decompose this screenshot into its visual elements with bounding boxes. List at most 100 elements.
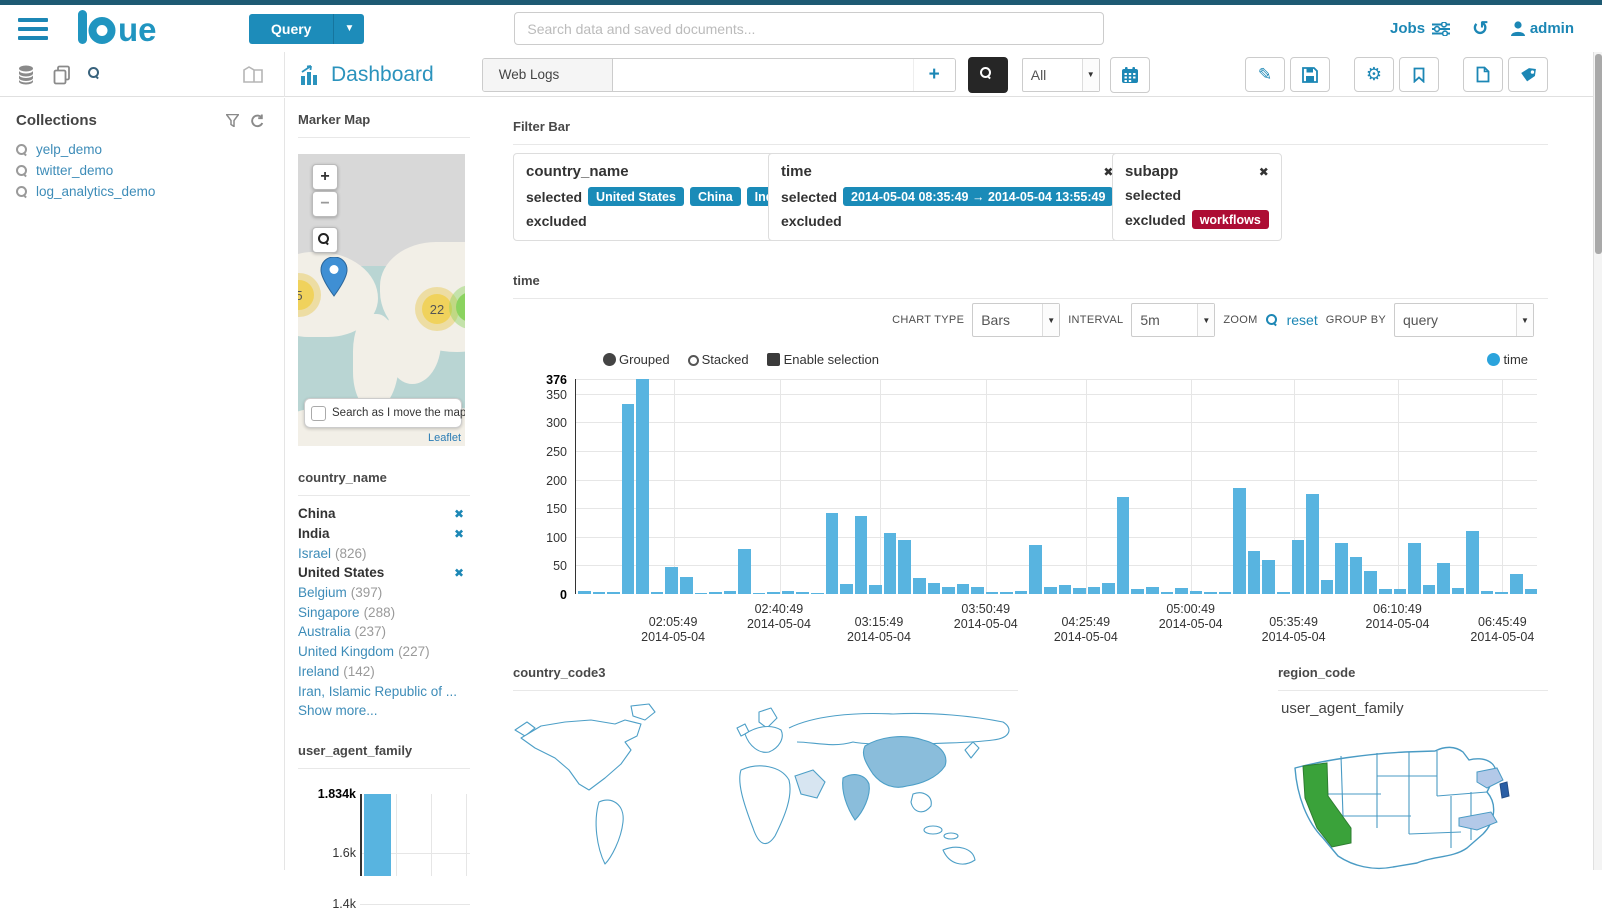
tag-button[interactable]	[1508, 57, 1548, 92]
zoom-reset-icon[interactable]	[1265, 313, 1279, 327]
facet-item[interactable]: Israel (826)	[298, 543, 470, 563]
time-bar[interactable]	[1044, 586, 1057, 594]
add-filter-button[interactable]: +	[912, 58, 955, 91]
map-country-saudi-arabia[interactable]	[794, 769, 826, 799]
selected-value-chip[interactable]: China	[689, 187, 741, 206]
time-bar[interactable]	[956, 583, 970, 594]
time-bar[interactable]	[694, 592, 708, 594]
time-bar[interactable]	[796, 592, 809, 594]
time-bar[interactable]	[1131, 589, 1144, 594]
time-bar[interactable]	[1349, 556, 1363, 594]
time-bar[interactable]	[1189, 590, 1203, 594]
map-country-india[interactable]	[842, 774, 870, 821]
vertical-scrollbar[interactable]	[1593, 52, 1602, 870]
time-bar[interactable]	[1495, 592, 1508, 594]
edit-button[interactable]: ✎	[1245, 57, 1285, 92]
time-bar[interactable]	[1408, 542, 1421, 594]
history-icon[interactable]: ↺	[1472, 19, 1489, 39]
execute-search-button[interactable]	[967, 56, 1008, 93]
save-button[interactable]	[1290, 57, 1330, 92]
series-legend[interactable]: time	[1487, 352, 1528, 367]
time-bar[interactable]	[1393, 589, 1407, 594]
new-document-button[interactable]	[1463, 57, 1503, 92]
time-chart-plot[interactable]	[575, 379, 1538, 594]
facet-item[interactable]: Iran, Islamic Republic of ...	[298, 681, 470, 701]
marker-map[interactable]: + − 5 22 2 Search as I move the map Leaf…	[298, 154, 465, 446]
time-bar[interactable]	[1102, 582, 1115, 594]
time-bar[interactable]	[621, 403, 635, 594]
time-bar[interactable]	[1378, 589, 1392, 594]
map-zoom-in-button[interactable]: +	[312, 164, 338, 190]
enable-selection-checkbox[interactable]: Enable selection	[766, 352, 879, 367]
selected-value-chip[interactable]: 2014-05-04 08:35:49 → 2014-05-04 13:55:4…	[843, 187, 1114, 206]
time-bar[interactable]	[1335, 542, 1348, 594]
time-bar[interactable]	[650, 592, 664, 594]
time-bar[interactable]	[1437, 562, 1450, 594]
time-bar[interactable]	[825, 512, 839, 594]
time-bar[interactable]	[1145, 587, 1159, 594]
facet-item[interactable]: Singapore (288)	[298, 602, 470, 622]
time-bar[interactable]	[1204, 591, 1217, 594]
time-bar[interactable]	[1291, 539, 1305, 594]
country-code3-map[interactable]	[513, 698, 1018, 870]
map-state-new-jersey[interactable]	[1499, 781, 1510, 799]
time-bar[interactable]	[607, 592, 620, 594]
time-bar[interactable]	[767, 592, 780, 594]
dashboard-query-input[interactable]	[612, 58, 913, 91]
interval-select[interactable]: 5m ▼	[1131, 303, 1216, 337]
calendar-button[interactable]	[1109, 56, 1150, 93]
time-bar[interactable]	[1218, 592, 1232, 594]
time-chart-bars[interactable]	[577, 379, 1538, 594]
time-bar[interactable]	[1422, 585, 1436, 594]
zoom-reset-link[interactable]: reset	[1287, 312, 1318, 328]
facet-item[interactable]: Australia (237)	[298, 622, 470, 642]
time-bar[interactable]	[1480, 591, 1494, 594]
copy-documents-icon[interactable]	[52, 65, 72, 85]
time-bar[interactable]	[665, 566, 678, 594]
time-bar[interactable]	[1073, 588, 1086, 594]
time-bar[interactable]	[1029, 545, 1042, 594]
time-bar[interactable]	[1364, 571, 1377, 594]
time-bar[interactable]	[869, 584, 882, 594]
map-cluster-22[interactable]: 22	[422, 294, 452, 324]
time-bar[interactable]	[1320, 579, 1334, 594]
time-bar[interactable]	[942, 586, 955, 594]
folder-icon[interactable]	[242, 65, 264, 85]
time-bar[interactable]	[1233, 488, 1246, 594]
time-bar[interactable]	[854, 515, 868, 594]
time-bar[interactable]	[811, 592, 824, 594]
collection-item[interactable]: yelp_demo	[16, 139, 268, 160]
zoom-in-search-icon[interactable]	[88, 66, 104, 83]
map-pin-marker[interactable]	[320, 257, 348, 297]
query-split-button[interactable]: Query ▼	[249, 13, 365, 44]
search-as-move-checkbox[interactable]	[311, 405, 326, 421]
map-country-china[interactable]	[862, 736, 947, 788]
time-range-select[interactable]: All ▼	[1021, 57, 1100, 92]
time-bar[interactable]	[985, 592, 999, 594]
global-search-input[interactable]	[514, 12, 1105, 45]
facet-item[interactable]: China ✖	[298, 504, 470, 524]
chart-type-select[interactable]: Bars ▼	[972, 303, 1061, 337]
time-bar[interactable]	[883, 532, 897, 594]
time-bar[interactable]	[578, 590, 591, 594]
facet-item[interactable]: Ireland (142)	[298, 662, 470, 682]
time-bar[interactable]	[723, 590, 737, 594]
collection-item[interactable]: twitter_demo	[16, 160, 268, 181]
remove-facet-icon[interactable]: ✖	[454, 507, 464, 521]
map-zoom-out-button[interactable]: −	[312, 191, 338, 217]
time-bar[interactable]	[927, 582, 941, 594]
scrollbar-thumb[interactable]	[1595, 54, 1602, 254]
user-agent-bar[interactable]	[364, 794, 391, 876]
remove-facet-icon[interactable]: ✖	[454, 527, 464, 541]
time-bar[interactable]	[1277, 592, 1290, 594]
source-selector[interactable]: Web Logs	[482, 58, 613, 91]
refresh-icon[interactable]	[249, 114, 264, 128]
filter-funnel-icon[interactable]	[226, 114, 239, 127]
excluded-value-chip[interactable]: workflows	[1191, 210, 1269, 229]
facet-item[interactable]: Belgium (397)	[298, 583, 470, 603]
time-bar[interactable]	[1014, 590, 1028, 594]
query-button-label[interactable]: Query	[249, 13, 334, 44]
time-bar[interactable]	[709, 592, 722, 594]
user-agent-family-chart[interactable]: 1.834k 1.6k 1.4k	[298, 786, 470, 911]
time-bar[interactable]	[636, 379, 649, 594]
